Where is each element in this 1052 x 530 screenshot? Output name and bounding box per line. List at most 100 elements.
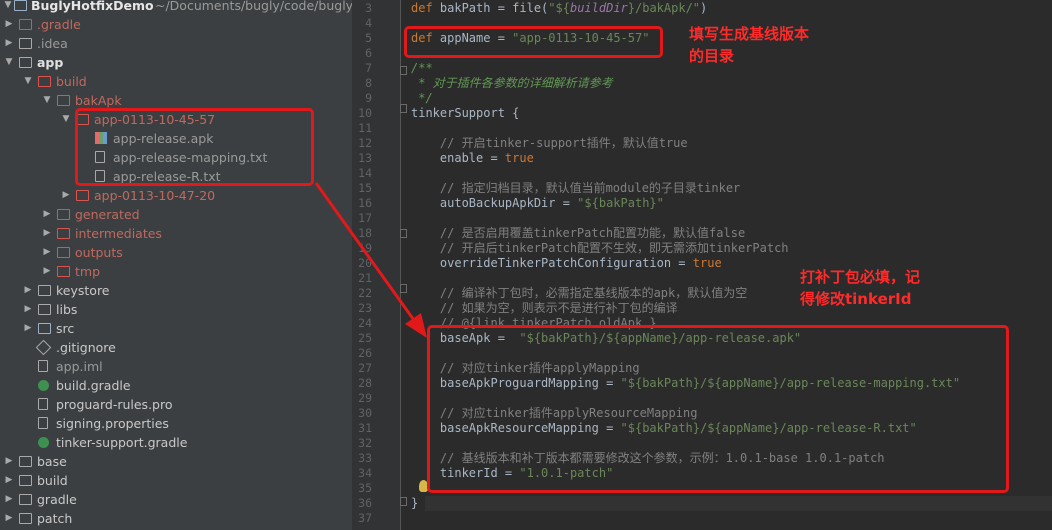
chevron-right-icon[interactable]: ▶ xyxy=(23,281,33,300)
folder-icon xyxy=(19,57,32,68)
folder-icon xyxy=(19,475,32,486)
chevron-down-icon[interactable]: ▼ xyxy=(4,53,14,72)
chevron-down-icon[interactable]: ▼ xyxy=(61,110,71,129)
tree-item[interactable]: ▶ .idea xyxy=(0,34,352,53)
project-tree-panel: ▼ BuglyHotfixDemo ~/Documents/bugly/code… xyxy=(0,0,352,530)
folder-icon xyxy=(38,285,51,296)
tree-item-label: src xyxy=(56,321,75,336)
tree-item[interactable]: ▼ app xyxy=(0,53,352,72)
tree-item-label: generated xyxy=(75,207,140,222)
code-line-8: * 对于插件各参数的详细解析请参考 xyxy=(411,76,613,90)
module-folder-icon xyxy=(14,0,27,11)
highlight-box-appname xyxy=(404,26,663,58)
folder-icon xyxy=(57,228,70,239)
tree-item-label: patch xyxy=(37,511,73,526)
tree-item[interactable]: tinker-support.gradle xyxy=(0,433,352,452)
tree-item[interactable]: .gitignore xyxy=(0,338,352,357)
line-number: 30 xyxy=(358,406,372,420)
fold-marker-icon[interactable] xyxy=(400,497,407,506)
chevron-right-icon[interactable]: ▶ xyxy=(42,224,52,243)
chevron-right-icon[interactable]: ▶ xyxy=(42,205,52,224)
fold-marker-icon[interactable] xyxy=(400,66,407,75)
tree-item-label: tmp xyxy=(75,264,101,279)
folder-icon xyxy=(76,190,89,201)
chevron-right-icon[interactable]: ▶ xyxy=(4,452,14,471)
tree-item[interactable]: ▶ tmp xyxy=(0,262,352,281)
line-number: 12 xyxy=(358,136,372,150)
gradle-icon xyxy=(38,380,49,391)
line-number: 25 xyxy=(358,331,372,345)
chevron-right-icon[interactable]: ▶ xyxy=(4,509,14,528)
file-icon xyxy=(38,398,48,410)
folder-icon xyxy=(19,513,32,524)
fold-marker-icon[interactable] xyxy=(400,284,407,293)
line-number: 17 xyxy=(358,211,372,225)
line-number: 29 xyxy=(358,391,372,405)
code-line-9: */ xyxy=(411,91,433,105)
line-number: 28 xyxy=(358,376,372,390)
code-line-16: autoBackupApkDir = "${bakPath}" xyxy=(411,196,664,210)
chevron-down-icon[interactable]: ▼ xyxy=(23,72,33,91)
chevron-down-icon[interactable]: ▼ xyxy=(42,91,52,110)
tree-item-label: outputs xyxy=(75,245,123,260)
tree-item-label: build xyxy=(37,473,68,488)
line-number: 19 xyxy=(358,241,372,255)
folder-icon xyxy=(38,323,51,334)
fold-marker-icon[interactable] xyxy=(400,229,407,238)
code-line-15: // 指定归档目录，默认值当前module的子目录tinker xyxy=(411,181,741,195)
chevron-right-icon[interactable]: ▶ xyxy=(4,490,14,509)
chevron-right-icon[interactable]: ▶ xyxy=(4,15,14,34)
tree-item[interactable]: ▶ generated xyxy=(0,205,352,224)
tree-item[interactable]: ▶ .gradle xyxy=(0,15,352,34)
tree-item[interactable]: ▼ build xyxy=(0,72,352,91)
line-number: 6 xyxy=(365,46,372,60)
chevron-right-icon[interactable]: ▶ xyxy=(23,300,33,319)
tree-item[interactable]: ▶ patch xyxy=(0,509,352,528)
chevron-down-icon[interactable]: ▼ xyxy=(3,0,13,15)
tree-item[interactable]: ▶ app-0113-10-47-20 xyxy=(0,186,352,205)
tree-item[interactable]: ▶ libs xyxy=(0,300,352,319)
tree-item[interactable]: proguard-rules.pro xyxy=(0,395,352,414)
folder-icon xyxy=(19,494,32,505)
chevron-right-icon[interactable]: ▶ xyxy=(42,262,52,281)
line-number: 32 xyxy=(358,436,372,450)
line-number: 23 xyxy=(358,301,372,315)
chevron-right-icon[interactable]: ▶ xyxy=(42,243,52,262)
tree-item[interactable]: ▶ outputs xyxy=(0,243,352,262)
folder-icon xyxy=(57,95,70,106)
chevron-right-icon[interactable]: ▶ xyxy=(4,471,14,490)
tree-item[interactable]: app.iml xyxy=(0,357,352,376)
line-number: 37 xyxy=(358,511,372,525)
tree-item[interactable]: ▶ src xyxy=(0,319,352,338)
tree-item[interactable]: signing.properties xyxy=(0,414,352,433)
chevron-right-icon[interactable]: ▶ xyxy=(61,186,71,205)
tree-root[interactable]: ▼ BuglyHotfixDemo ~/Documents/bugly/code… xyxy=(0,0,352,15)
tree-item[interactable]: ▶ intermediates xyxy=(0,224,352,243)
tree-item-label: .gradle xyxy=(37,17,81,32)
line-number: 34 xyxy=(358,466,372,480)
current-line-highlight xyxy=(425,496,1052,511)
fold-marker-icon[interactable] xyxy=(400,104,407,113)
tree-item-label: libs xyxy=(56,302,78,317)
line-number: 22 xyxy=(358,286,372,300)
line-number: 3 xyxy=(365,1,372,15)
line-number: 7 xyxy=(365,61,372,75)
tree-item[interactable]: ▶ base xyxy=(0,452,352,471)
chevron-right-icon[interactable]: ▶ xyxy=(23,319,33,338)
chevron-right-icon[interactable]: ▶ xyxy=(4,34,14,53)
line-number: 8 xyxy=(365,76,372,90)
tree-item[interactable]: ▶ build xyxy=(0,471,352,490)
tree-item-label: keystore xyxy=(56,283,110,298)
line-number: 20 xyxy=(358,256,372,270)
tree-item[interactable]: ▶ keystore xyxy=(0,281,352,300)
line-number: 21 xyxy=(358,271,372,285)
line-number: 35 xyxy=(358,481,372,495)
folder-icon xyxy=(19,38,32,49)
code-line-10: tinkerSupport { xyxy=(411,106,520,120)
folder-icon xyxy=(19,456,32,467)
line-number: 27 xyxy=(358,361,372,375)
project-path: ~/Documents/bugly/code/bugly- xyxy=(155,0,352,13)
line-number: 24 xyxy=(358,316,372,330)
tree-item[interactable]: ▶ gradle xyxy=(0,490,352,509)
tree-item[interactable]: build.gradle xyxy=(0,376,352,395)
